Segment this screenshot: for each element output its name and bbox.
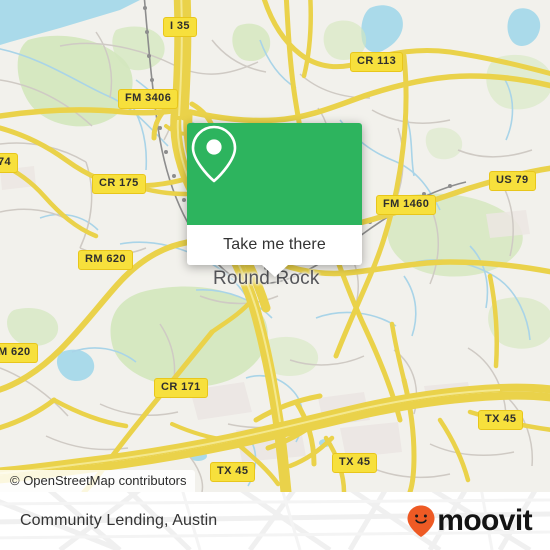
road-shield-fm3406: FM 3406 [118, 89, 179, 109]
map-canvas[interactable]: I 35 CR 113 FM 3406 74 CR 175 US 79 FM 1… [0, 0, 550, 492]
road-shield-tx45-east: TX 45 [478, 410, 524, 430]
moovit-wordmark: moovit [437, 504, 532, 537]
road-shield-fm1460: FM 1460 [376, 195, 437, 215]
moovit-map-screenshot: I 35 CR 113 FM 3406 74 CR 175 US 79 FM 1… [0, 0, 550, 550]
place-title: Community Lending, Austin [20, 512, 218, 529]
moovit-logo[interactable]: moovit [406, 504, 533, 538]
footer-bar: Community Lending, Austin moovit [0, 492, 550, 550]
road-shield-tx45-west: TX 45 [210, 462, 256, 482]
popup-pointer [261, 265, 288, 277]
road-shield-cr113: CR 113 [350, 52, 404, 72]
popup-pin-area [187, 123, 362, 225]
osm-attribution[interactable]: © OpenStreetMap contributors [0, 470, 195, 492]
road-shield-tx45-center: TX 45 [332, 453, 378, 473]
road-shield-74: 74 [0, 153, 19, 173]
moovit-smiley-pin-icon [407, 505, 435, 537]
road-shield-i35: I 35 [163, 17, 197, 37]
popup-action-area[interactable]: Take me there [187, 225, 362, 265]
road-shield-cr175: CR 175 [92, 174, 146, 194]
road-shield-cr171: CR 171 [154, 378, 208, 398]
road-shield-us79: US 79 [489, 171, 536, 191]
road-shield-rm620-west: M 620 [0, 343, 38, 363]
take-me-there-label: Take me there [223, 236, 326, 253]
location-popup-card[interactable]: Take me there [187, 123, 362, 277]
road-shield-rm620: RM 620 [78, 250, 133, 270]
location-pin-icon [191, 125, 237, 183]
